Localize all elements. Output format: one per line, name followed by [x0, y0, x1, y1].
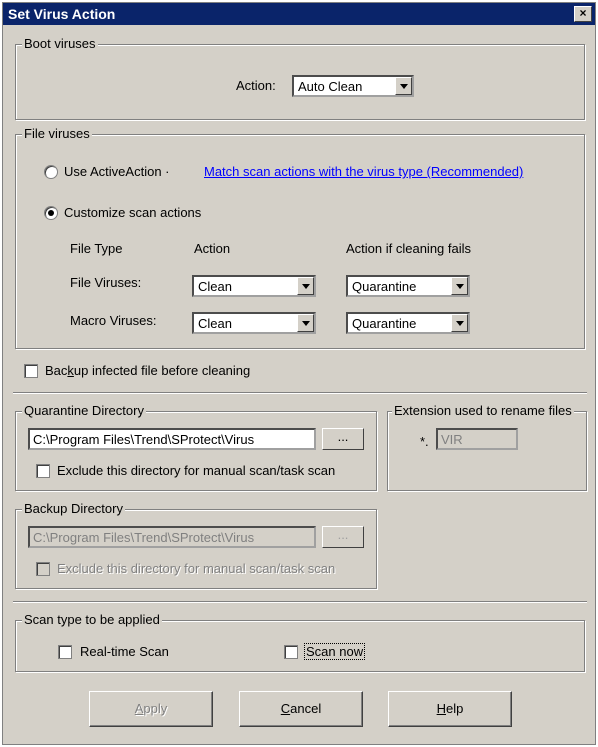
chevron-down-icon[interactable]: [297, 314, 314, 332]
help-button[interactable]: Help: [388, 691, 512, 727]
backup-infected-label: Backup infected file before cleaning: [45, 363, 251, 378]
use-activeaction-radio[interactable]: [44, 165, 58, 179]
macro-viruses-action-select[interactable]: Clean: [192, 312, 316, 334]
recommended-link[interactable]: Match scan actions with the virus type (…: [204, 164, 523, 179]
set-virus-action-dialog: Set Virus Action × Boot viruses Action: …: [2, 2, 596, 745]
apply-button[interactable]: Apply: [89, 691, 213, 727]
quarantine-directory-group: Quarantine Directory C:\Program Files\Tr…: [15, 403, 377, 491]
chevron-down-icon[interactable]: [395, 77, 412, 95]
file-viruses-fail-select[interactable]: Quarantine: [346, 275, 470, 297]
title-bar: Set Virus Action ×: [3, 3, 595, 25]
separator: [13, 601, 587, 603]
boot-action-value: Auto Clean: [298, 79, 363, 94]
scan-now-label: Scan now: [304, 643, 366, 660]
backup-exclude-checkbox[interactable]: [36, 562, 50, 576]
macro-viruses-fail-select[interactable]: Quarantine: [346, 312, 470, 334]
scan-type-group: Scan type to be applied Real-time Scan S…: [15, 612, 585, 672]
boot-viruses-title: Boot viruses: [22, 36, 98, 51]
chevron-down-icon[interactable]: [297, 277, 314, 295]
customize-actions-radio[interactable]: [44, 206, 58, 220]
backup-browse-button[interactable]: ...: [322, 526, 364, 548]
file-viruses-action-select[interactable]: Clean: [192, 275, 316, 297]
extension-prefix: *.: [420, 434, 429, 449]
col-action-if-fails: Action if cleaning fails: [346, 241, 472, 256]
file-viruses-group: File viruses Use ActiveAction · Match sc…: [15, 126, 585, 349]
file-viruses-fail-value: Quarantine: [352, 279, 417, 294]
chevron-down-icon[interactable]: [451, 277, 468, 295]
col-file-type: File Type: [70, 241, 123, 256]
file-viruses-title: File viruses: [22, 126, 92, 141]
chevron-down-icon[interactable]: [451, 314, 468, 332]
customize-actions-label: Customize scan actions: [64, 205, 202, 220]
backup-exclude-label: Exclude this directory for manual scan/t…: [57, 561, 336, 576]
extension-group: Extension used to rename files *. VIR: [387, 403, 587, 491]
boot-viruses-group: Boot viruses Action: Auto Clean: [15, 36, 585, 120]
col-action: Action: [194, 241, 231, 256]
quarantine-exclude-checkbox[interactable]: [36, 464, 50, 478]
backup-directory-group: Backup Directory C:\Program Files\Trend\…: [15, 501, 377, 589]
cancel-button[interactable]: Cancel: [239, 691, 363, 727]
separator: [13, 392, 587, 394]
quarantine-browse-button[interactable]: ...: [322, 428, 364, 450]
boot-action-label: Action:: [236, 78, 276, 93]
quarantine-path-input[interactable]: C:\Program Files\Trend\SProtect\Virus: [28, 428, 316, 450]
quarantine-directory-title: Quarantine Directory: [22, 403, 146, 418]
window-title: Set Virus Action: [8, 6, 116, 22]
close-button[interactable]: ×: [574, 6, 592, 22]
scan-now-checkbox[interactable]: [284, 645, 298, 659]
backup-infected-checkbox[interactable]: [24, 364, 38, 378]
backup-path-input[interactable]: C:\Program Files\Trend\SProtect\Virus: [28, 526, 316, 548]
file-viruses-action-value: Clean: [198, 279, 232, 294]
backup-directory-title: Backup Directory: [22, 501, 125, 516]
realtime-scan-checkbox[interactable]: [58, 645, 72, 659]
quarantine-exclude-label: Exclude this directory for manual scan/t…: [57, 463, 336, 478]
scan-type-title: Scan type to be applied: [22, 612, 162, 627]
use-activeaction-label: Use ActiveAction ·: [64, 164, 170, 179]
file-viruses-row-label: File Viruses:: [70, 275, 142, 290]
macro-viruses-fail-value: Quarantine: [352, 316, 417, 331]
realtime-scan-label: Real-time Scan: [80, 644, 169, 659]
boot-action-select[interactable]: Auto Clean: [292, 75, 414, 97]
extension-input[interactable]: VIR: [436, 428, 518, 450]
macro-viruses-row-label: Macro Viruses:: [70, 313, 157, 328]
extension-title: Extension used to rename files: [392, 403, 574, 418]
macro-viruses-action-value: Clean: [198, 316, 232, 331]
